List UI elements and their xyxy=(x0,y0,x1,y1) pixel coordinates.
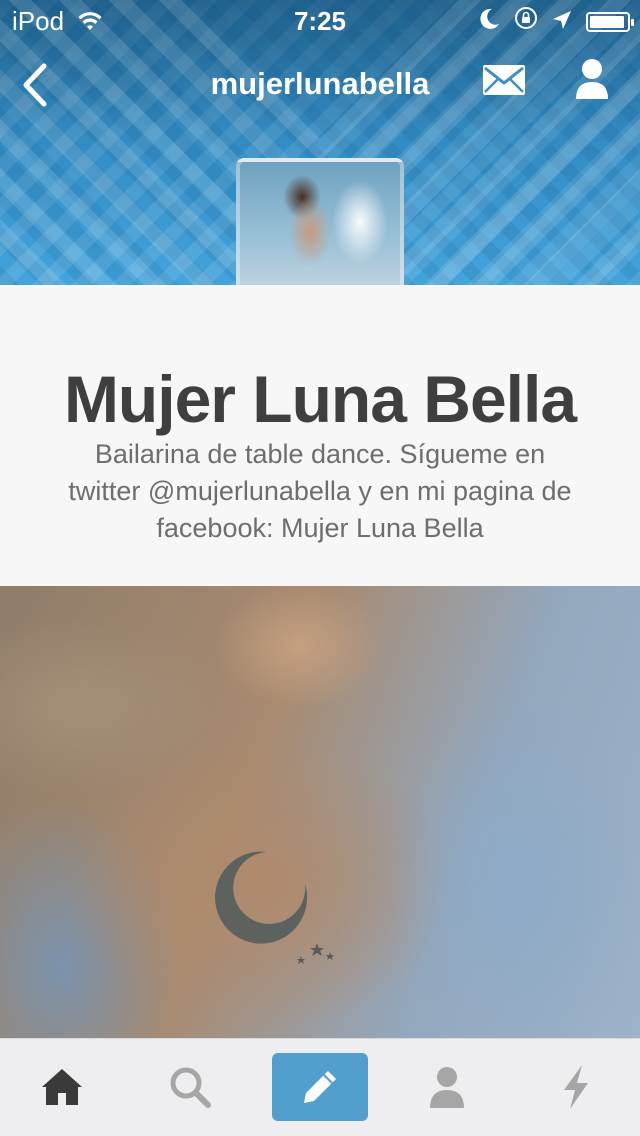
post-photo[interactable] xyxy=(0,586,640,1038)
location-arrow-icon xyxy=(552,6,572,37)
tab-home[interactable] xyxy=(14,1053,110,1121)
status-bar: iPod 7:25 xyxy=(0,0,640,40)
follow-profile-button[interactable] xyxy=(575,58,615,104)
rotation-lock-icon xyxy=(514,6,538,37)
search-icon xyxy=(170,1067,211,1108)
profile-card: Mujer Luna Bella Bailarina de table danc… xyxy=(0,285,640,586)
battery-icon xyxy=(586,11,634,32)
do-not-disturb-moon-icon xyxy=(480,6,500,37)
blog-screen: iPod 7:25 mujerlunabella Mujer Luna Bell… xyxy=(0,0,640,1136)
mail-icon xyxy=(483,65,525,95)
moon-tattoo-graphic xyxy=(215,851,334,964)
blog-title: Mujer Luna Bella xyxy=(63,362,577,436)
tab-compose[interactable] xyxy=(272,1053,368,1121)
carrier-label: iPod xyxy=(12,6,65,36)
nav-bar: mujerlunabella xyxy=(0,50,640,120)
tab-bar xyxy=(0,1038,640,1136)
tab-activity[interactable] xyxy=(528,1053,624,1121)
home-icon xyxy=(42,1069,82,1105)
blog-description: Bailarina de table dance. Sígueme en twi… xyxy=(68,439,572,543)
activity-icon xyxy=(564,1065,588,1109)
tab-search[interactable] xyxy=(142,1053,238,1121)
compose-icon xyxy=(304,1071,336,1103)
battery-level xyxy=(590,15,624,28)
profile-icon xyxy=(576,59,608,99)
message-button[interactable] xyxy=(482,64,526,100)
account-icon xyxy=(430,1067,464,1108)
status-icons xyxy=(480,6,634,37)
wifi-icon xyxy=(78,8,102,39)
blog-username-title: mujerlunabella xyxy=(210,66,430,101)
tab-account[interactable] xyxy=(399,1053,495,1121)
